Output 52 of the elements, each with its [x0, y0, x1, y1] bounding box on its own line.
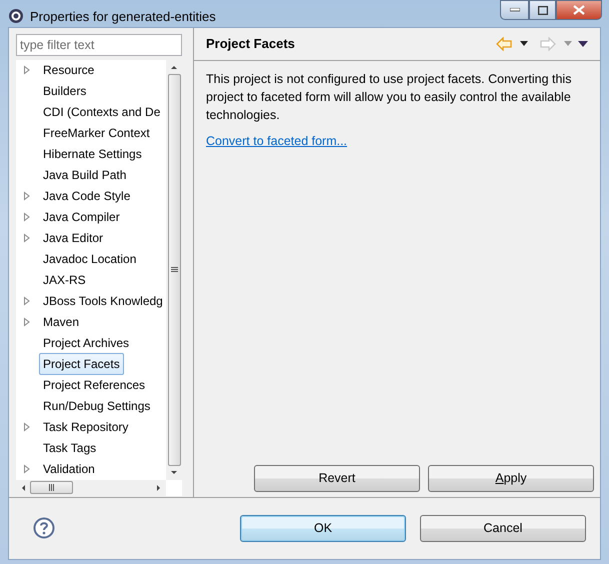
tree-item[interactable]: Project Archives	[39, 332, 134, 354]
minimize-button[interactable]	[500, 0, 529, 20]
tree-item[interactable]: Project References	[39, 374, 150, 396]
tree-item[interactable]: Builders	[39, 80, 90, 102]
page-title: Project Facets	[206, 34, 296, 53]
grip-icon	[170, 266, 178, 272]
tree-item[interactable]: CDI (Contexts and De	[39, 101, 164, 123]
expand-icon[interactable]	[22, 464, 32, 474]
close-button[interactable]	[556, 0, 602, 20]
revert-button[interactable]: Revert	[254, 464, 420, 492]
expand-icon[interactable]	[22, 422, 32, 432]
filter-field[interactable]: type filter text	[16, 34, 182, 56]
ok-button[interactable]: OK	[240, 514, 406, 542]
tree-item[interactable]: FreeMarker Context	[39, 122, 154, 144]
expand-icon[interactable]	[22, 296, 32, 306]
expand-icon[interactable]	[22, 191, 32, 201]
tree-item[interactable]: Task Tags	[39, 437, 100, 459]
tree-item[interactable]: Hibernate Settings	[39, 143, 146, 165]
expand-icon[interactable]	[22, 233, 32, 243]
app-icon	[8, 8, 24, 24]
tree-item[interactable]: Java Code Style	[39, 185, 134, 207]
menu-caret-icon[interactable]	[578, 40, 588, 46]
back-arrow-icon[interactable]	[496, 36, 512, 50]
tree-item[interactable]: Java Editor	[39, 227, 108, 249]
convert-link[interactable]: Convert to faceted form...	[206, 134, 348, 148]
description-text: This project is not configured to use project facets. Converting this project to faceted form will allow you to easily control the available technologies.	[206, 70, 572, 124]
tree-item[interactable]: Project Facets	[39, 353, 124, 375]
horizontal-scrollbar[interactable]	[16, 480, 166, 496]
vertical-scrollbar[interactable]	[166, 60, 182, 480]
tree-item[interactable]: Resource	[39, 60, 98, 81]
minimize-icon	[510, 8, 520, 12]
tree-item[interactable]: Javadoc Location	[39, 248, 140, 270]
help-icon[interactable]	[33, 517, 55, 539]
tree-item[interactable]: Task Repository	[39, 416, 132, 438]
expand-icon[interactable]	[22, 317, 32, 327]
tree-item[interactable]: Validation	[39, 458, 99, 480]
maximize-button[interactable]	[529, 0, 556, 20]
tree-item[interactable]: Run/Debug Settings	[39, 395, 154, 417]
maximize-icon	[538, 6, 548, 14]
apply-button[interactable]: Apply	[428, 464, 594, 492]
tree-item[interactable]: Java Compiler	[39, 206, 124, 228]
cancel-button[interactable]: Cancel	[420, 514, 586, 542]
tree-item[interactable]: Java Build Path	[39, 164, 130, 186]
tree-item[interactable]: JBoss Tools Knowledg	[39, 290, 166, 312]
expand-icon[interactable]	[22, 212, 32, 222]
window-title: Properties for generated-entities	[30, 8, 216, 26]
tree-item[interactable]: JAX-RS	[39, 269, 90, 291]
expand-icon[interactable]	[22, 65, 32, 75]
tree-item[interactable]: Maven	[39, 311, 84, 333]
grip-icon	[48, 484, 54, 491]
dropdown-caret-icon[interactable]	[520, 41, 528, 46]
close-icon	[573, 5, 585, 15]
